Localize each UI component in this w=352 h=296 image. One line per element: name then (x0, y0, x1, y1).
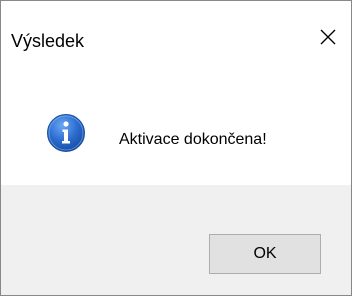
close-button[interactable] (305, 17, 351, 57)
close-icon (320, 29, 336, 45)
info-icon (47, 114, 85, 152)
message-dialog: Výsledek Aktivace dokončena! OK (0, 0, 352, 296)
button-area: OK (1, 185, 351, 295)
ok-button[interactable]: OK (209, 234, 321, 274)
dialog-content: Aktivace dokončena! (1, 71, 351, 185)
dialog-message: Aktivace dokončena! (119, 131, 267, 148)
title-bar: Výsledek (1, 1, 351, 71)
window-title: Výsledek (11, 31, 85, 51)
